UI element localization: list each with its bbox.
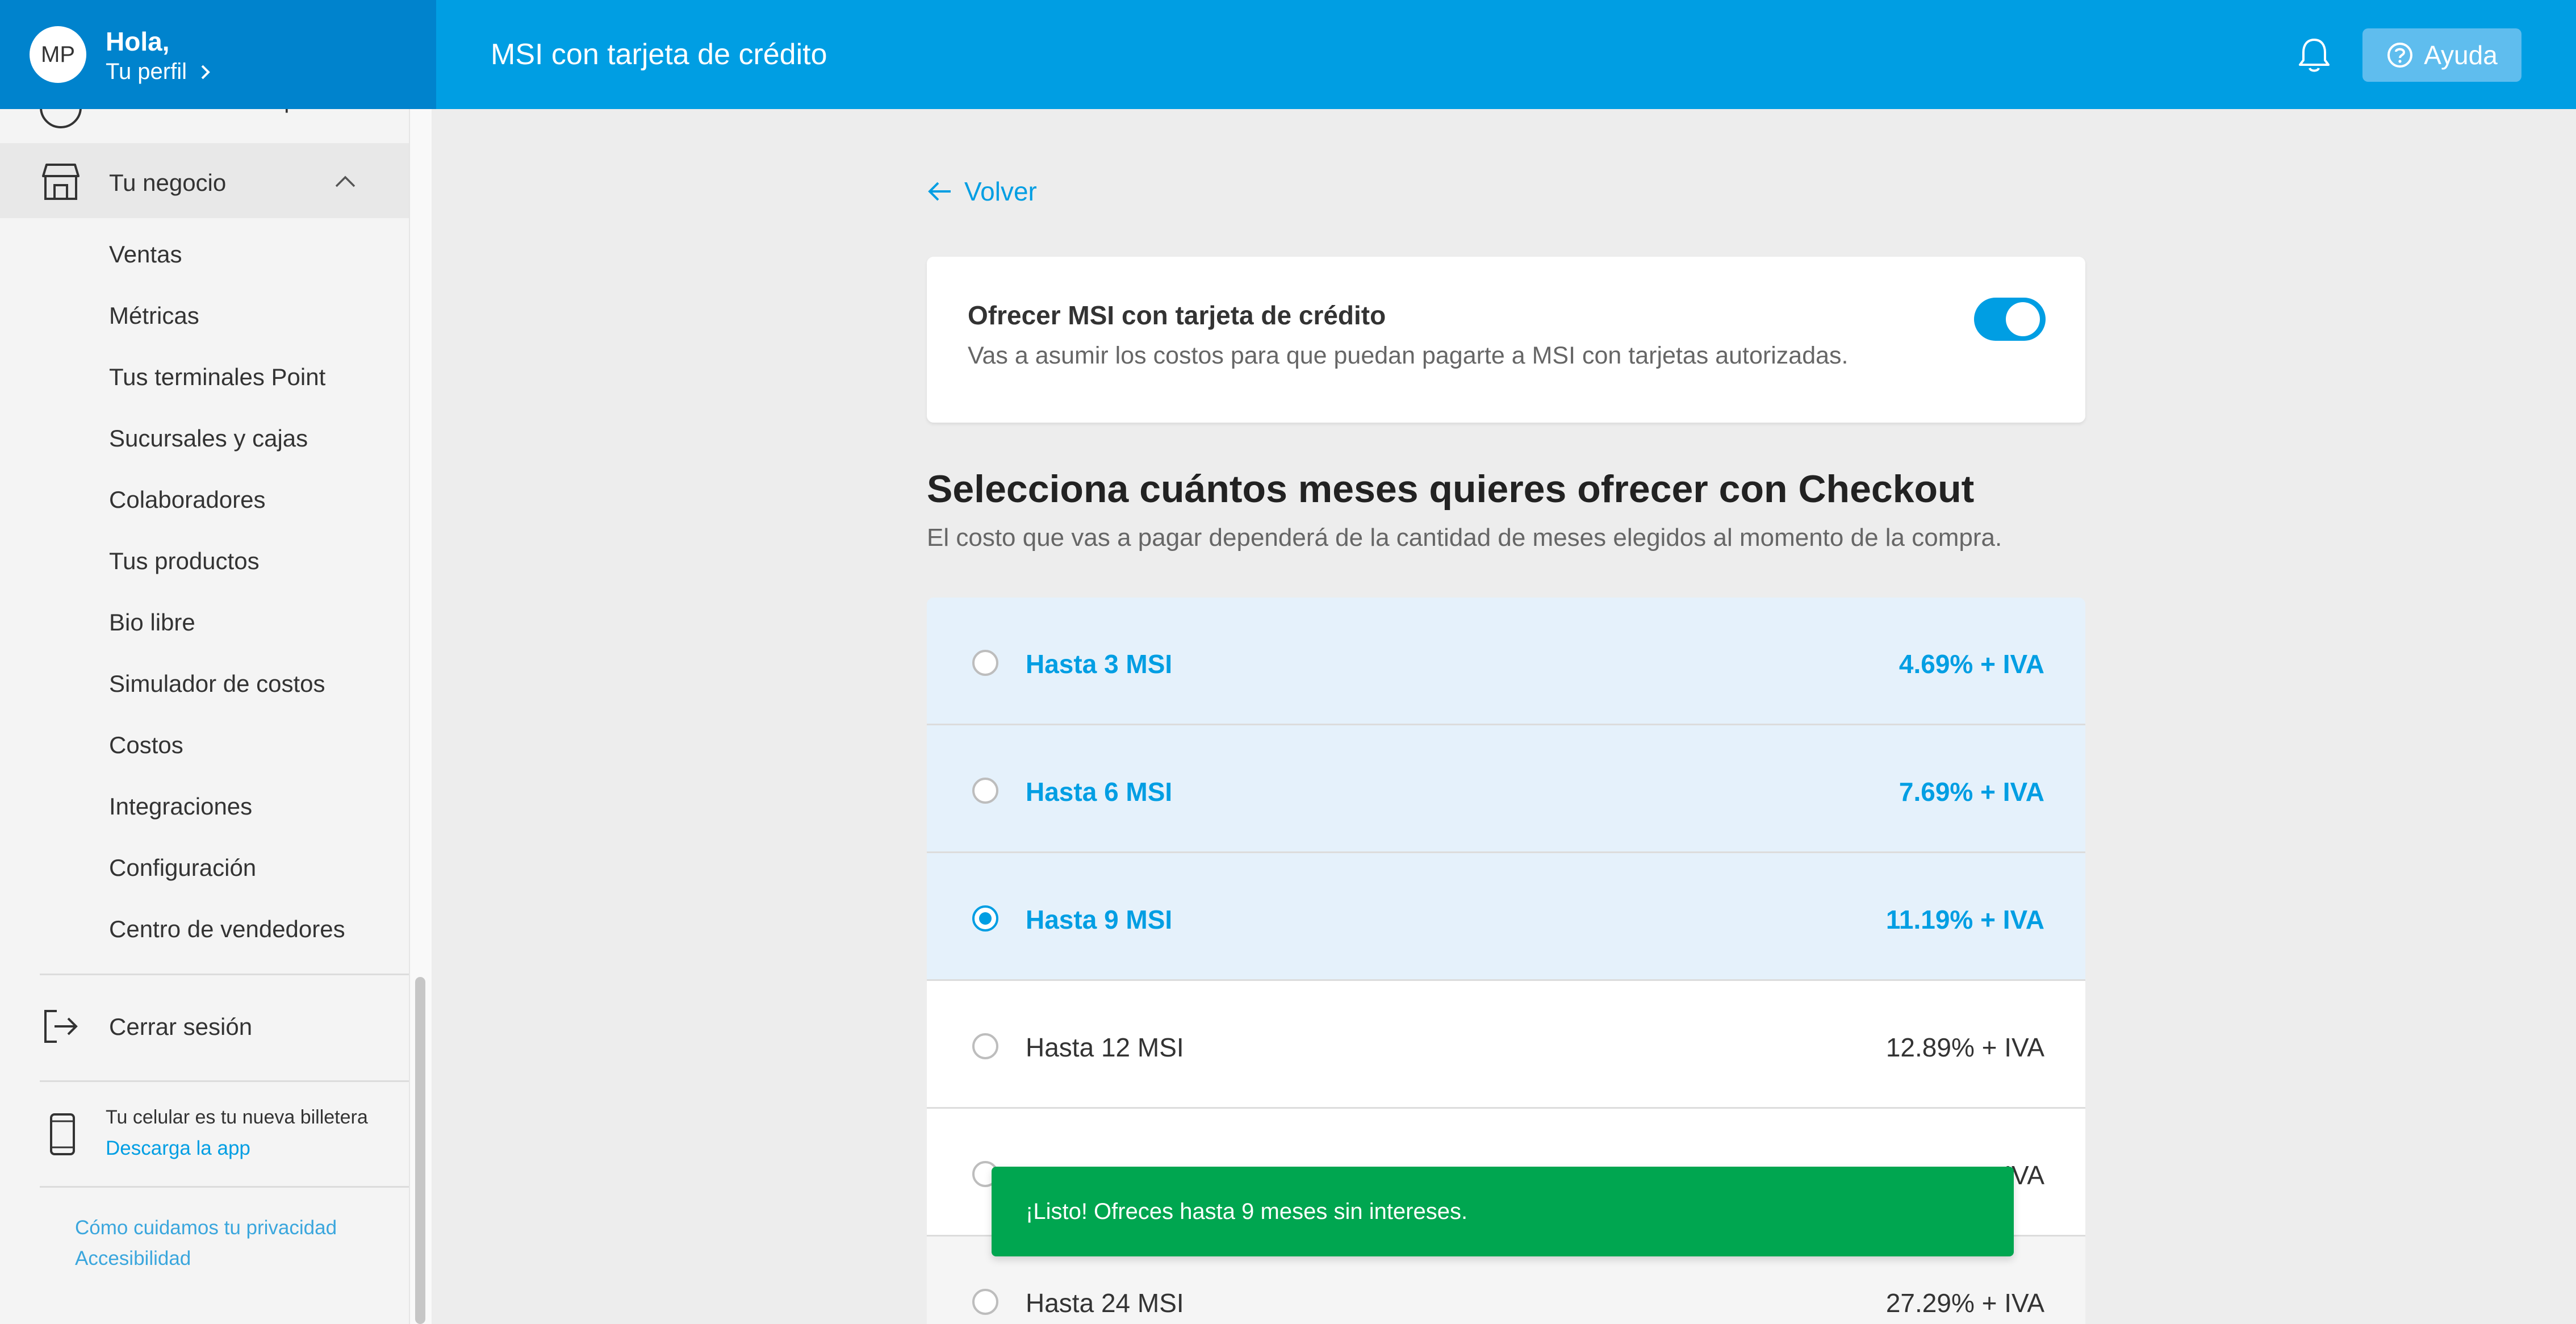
toggle-description: Vas a asumir los costos para que puedan … (968, 342, 1849, 369)
help-button[interactable]: Ayuda (2362, 28, 2521, 82)
download-app-link[interactable]: Descarga la app (106, 1137, 250, 1160)
radio-button-checked[interactable] (972, 905, 998, 932)
bell-icon[interactable] (2294, 35, 2334, 75)
logout-link[interactable]: Cerrar sesión (109, 1013, 252, 1041)
page-title: MSI con tarjeta de crédito (491, 38, 827, 71)
msi-toggle-card: Ofrecer MSI con tarjeta de crédito Vas a… (927, 257, 2085, 423)
divider (40, 1186, 409, 1188)
toggle-title: Ofrecer MSI con tarjeta de crédito (968, 300, 1386, 330)
section-title: Selecciona cuántos meses quieres ofrecer… (927, 467, 1975, 511)
option-price: 7.69% + IVA (1898, 777, 2044, 807)
top-header: MP Hola, Tu perfil MSI con tarjeta de cr… (0, 0, 2576, 109)
accessibility-link[interactable]: Accesibilidad (75, 1247, 191, 1270)
sidebar-item-subscriptions[interactable]: Planes de suscripción (40, 109, 409, 132)
privacy-link[interactable]: Cómo cuidamos tu privacidad (75, 1217, 337, 1239)
back-link[interactable]: Volver (927, 176, 1037, 207)
store-icon (42, 164, 80, 200)
sidebar-section-label: Tu negocio (109, 169, 227, 196)
sidebar-item-ventas[interactable]: Ventas (109, 241, 182, 268)
sidebar-item-colaboradores[interactable]: Colaboradores (109, 486, 266, 513)
option-label: Hasta 9 MSI (1026, 905, 1173, 934)
sidebar-item-centro-vendedores[interactable]: Centro de vendedores (109, 916, 345, 943)
arrow-left-icon (928, 182, 951, 201)
help-label: Ayuda (2424, 40, 2498, 70)
sidebar-item-bio-libre[interactable]: Bio libre (109, 609, 195, 636)
profile-menu[interactable]: MP Hola, Tu perfil (0, 0, 436, 109)
option-label: Hasta 24 MSI (1026, 1288, 1184, 1318)
option-price: 12.89% + IVA (1885, 1033, 2044, 1062)
sidebar-item-costos[interactable]: Costos (109, 732, 183, 759)
option-label: Hasta 12 MSI (1026, 1033, 1184, 1062)
chevron-up-icon (335, 176, 356, 187)
sidebar-item-sucursales[interactable]: Sucursales y cajas (109, 425, 308, 452)
success-toast: ¡Listo! Ofreces hasta 9 meses sin intere… (992, 1167, 2014, 1256)
divider (40, 974, 409, 975)
option-label: Hasta 3 MSI (1026, 649, 1173, 679)
subscription-icon (40, 109, 82, 128)
sidebar-item-configuracion[interactable]: Configuración (109, 854, 256, 882)
avatar[interactable]: MP (30, 26, 86, 83)
option-label: Hasta 6 MSI (1026, 777, 1173, 807)
chevron-right-icon (201, 65, 210, 79)
divider (40, 1080, 409, 1082)
profile-link[interactable]: Tu perfil (106, 59, 212, 85)
option-price: 4.69% + IVA (1898, 649, 2044, 679)
sidebar-item-productos[interactable]: Tus productos (109, 548, 260, 575)
sidebar-item-terminales[interactable]: Tus terminales Point (109, 364, 325, 391)
radio-button[interactable] (972, 1033, 998, 1059)
phone-icon (50, 1113, 75, 1155)
sidebar-item-integraciones[interactable]: Integraciones (109, 793, 252, 820)
sidebar-section-business[interactable]: Tu negocio (0, 143, 409, 218)
msi-toggle-switch[interactable] (1974, 298, 2046, 341)
option-price: 27.29% + IVA (1885, 1288, 2044, 1318)
radio-button[interactable] (972, 778, 998, 804)
greeting-text: Hola, (106, 27, 170, 56)
msi-option-12[interactable]: Hasta 12 MSI 12.89% + IVA (927, 981, 2085, 1109)
radio-button[interactable] (972, 650, 998, 676)
switch-knob (2006, 302, 2040, 336)
msi-option-3[interactable]: Hasta 3 MSI 4.69% + IVA (927, 598, 2085, 725)
radio-button[interactable] (972, 1289, 998, 1315)
sidebar: Planes de suscripción Tu negocio Ventas … (0, 109, 409, 1324)
section-subtitle: El costo que vas a pagar dependerá de la… (927, 524, 2002, 552)
profile-link-label: Tu perfil (106, 59, 187, 84)
msi-option-9[interactable]: Hasta 9 MSI 11.19% + IVA (927, 853, 2085, 981)
sidebar-scrollbar-thumb[interactable] (415, 977, 425, 1324)
back-label: Volver (964, 177, 1037, 206)
sidebar-item-simulador[interactable]: Simulador de costos (109, 670, 325, 697)
msi-option-6[interactable]: Hasta 6 MSI 7.69% + IVA (927, 725, 2085, 853)
option-price: 11.19% + IVA (1885, 905, 2044, 934)
logout-icon[interactable] (41, 1006, 81, 1046)
app-promo-text: Tu celular es tu nueva billetera (106, 1106, 368, 1128)
help-icon (2387, 43, 2413, 68)
sidebar-item-label: Planes de suscripción (109, 109, 341, 114)
sidebar-item-metricas[interactable]: Métricas (109, 302, 199, 329)
